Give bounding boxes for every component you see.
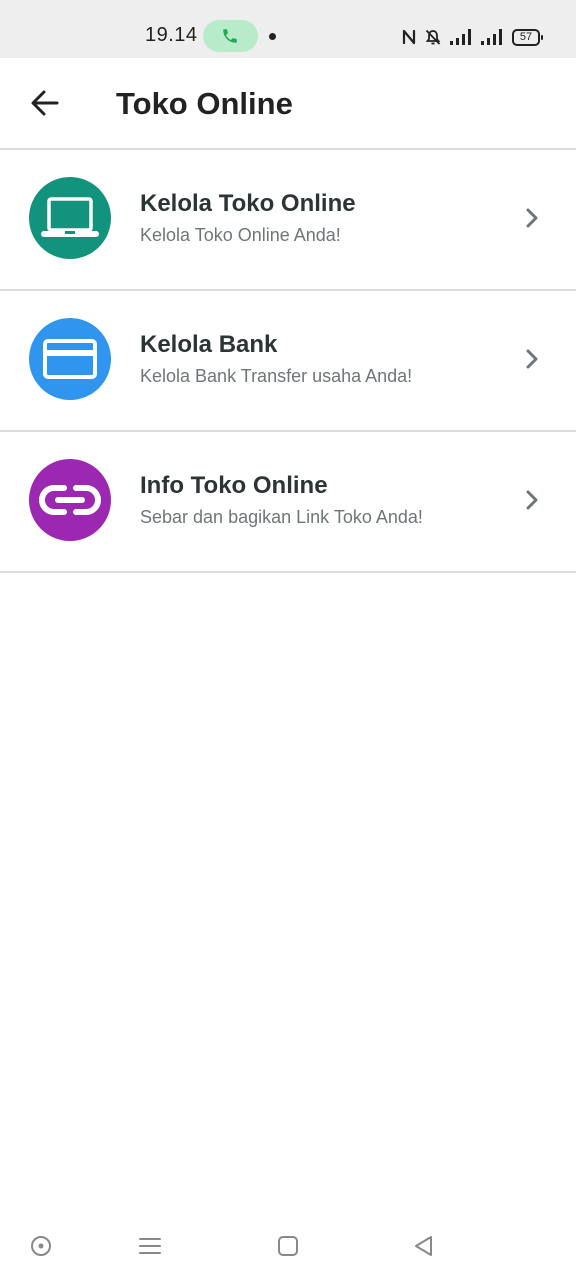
- home-icon: [278, 1236, 298, 1256]
- menu-item-title: Kelola Bank: [140, 331, 278, 358]
- system-nav-bar: [0, 1210, 576, 1280]
- menu-item-subtitle: Kelola Toko Online Anda!: [140, 225, 341, 245]
- assistant-button[interactable]: [29, 1234, 53, 1258]
- menu-item-title: Info Toko Online: [140, 472, 328, 499]
- ongoing-call-pill[interactable]: [203, 20, 258, 52]
- menu-list: Kelola Toko Online Kelola Toko Online An…: [0, 150, 576, 573]
- bell-off-icon: [425, 29, 441, 45]
- link-icon: [39, 485, 101, 515]
- menu-icon: [139, 1238, 161, 1254]
- status-time: 19.14: [145, 24, 198, 46]
- signal-icon: [450, 29, 471, 45]
- menu-item-info-toko-online[interactable]: Info Toko Online Sebar dan bagikan Link …: [0, 432, 576, 573]
- battery-icon: 57: [512, 28, 543, 46]
- nfc-icon: [402, 29, 416, 45]
- menu-icon-circle: [29, 318, 111, 400]
- back-button[interactable]: [22, 80, 68, 126]
- credit-card-icon: [43, 339, 97, 379]
- menu-item-subtitle: Sebar dan bagikan Link Toko Anda!: [140, 507, 423, 527]
- chevron-right-icon: [526, 208, 538, 228]
- phone-icon: [223, 29, 237, 43]
- laptop-icon: [41, 197, 99, 237]
- menu-item-subtitle: Kelola Bank Transfer usaha Anda!: [140, 366, 413, 386]
- chevron-right-icon: [526, 349, 538, 369]
- notification-dot: [269, 33, 276, 40]
- menu-icon-circle: [29, 459, 111, 541]
- status-bar: 19.14 57: [0, 0, 576, 58]
- back-icon: [415, 1236, 432, 1256]
- arrow-left-icon: [31, 90, 59, 116]
- menu-item-kelola-toko-online[interactable]: Kelola Toko Online Kelola Toko Online An…: [0, 150, 576, 291]
- page-title: Toko Online: [116, 86, 293, 121]
- recents-button[interactable]: [138, 1234, 162, 1258]
- status-icons: 57: [402, 27, 543, 47]
- home-button[interactable]: [276, 1234, 300, 1258]
- menu-icon-circle: [29, 177, 111, 259]
- menu-item-title: Kelola Toko Online: [140, 190, 356, 217]
- back-nav-button[interactable]: [412, 1234, 436, 1258]
- signal-icon: [481, 29, 502, 45]
- chevron-right-icon: [526, 490, 538, 510]
- screen: 19.14 57 Toko Online Kelola Toko Online …: [0, 0, 576, 1280]
- app-bar: Toko Online: [0, 58, 576, 150]
- menu-item-kelola-bank[interactable]: Kelola Bank Kelola Bank Transfer usaha A…: [0, 291, 576, 432]
- assistant-icon: [31, 1236, 51, 1256]
